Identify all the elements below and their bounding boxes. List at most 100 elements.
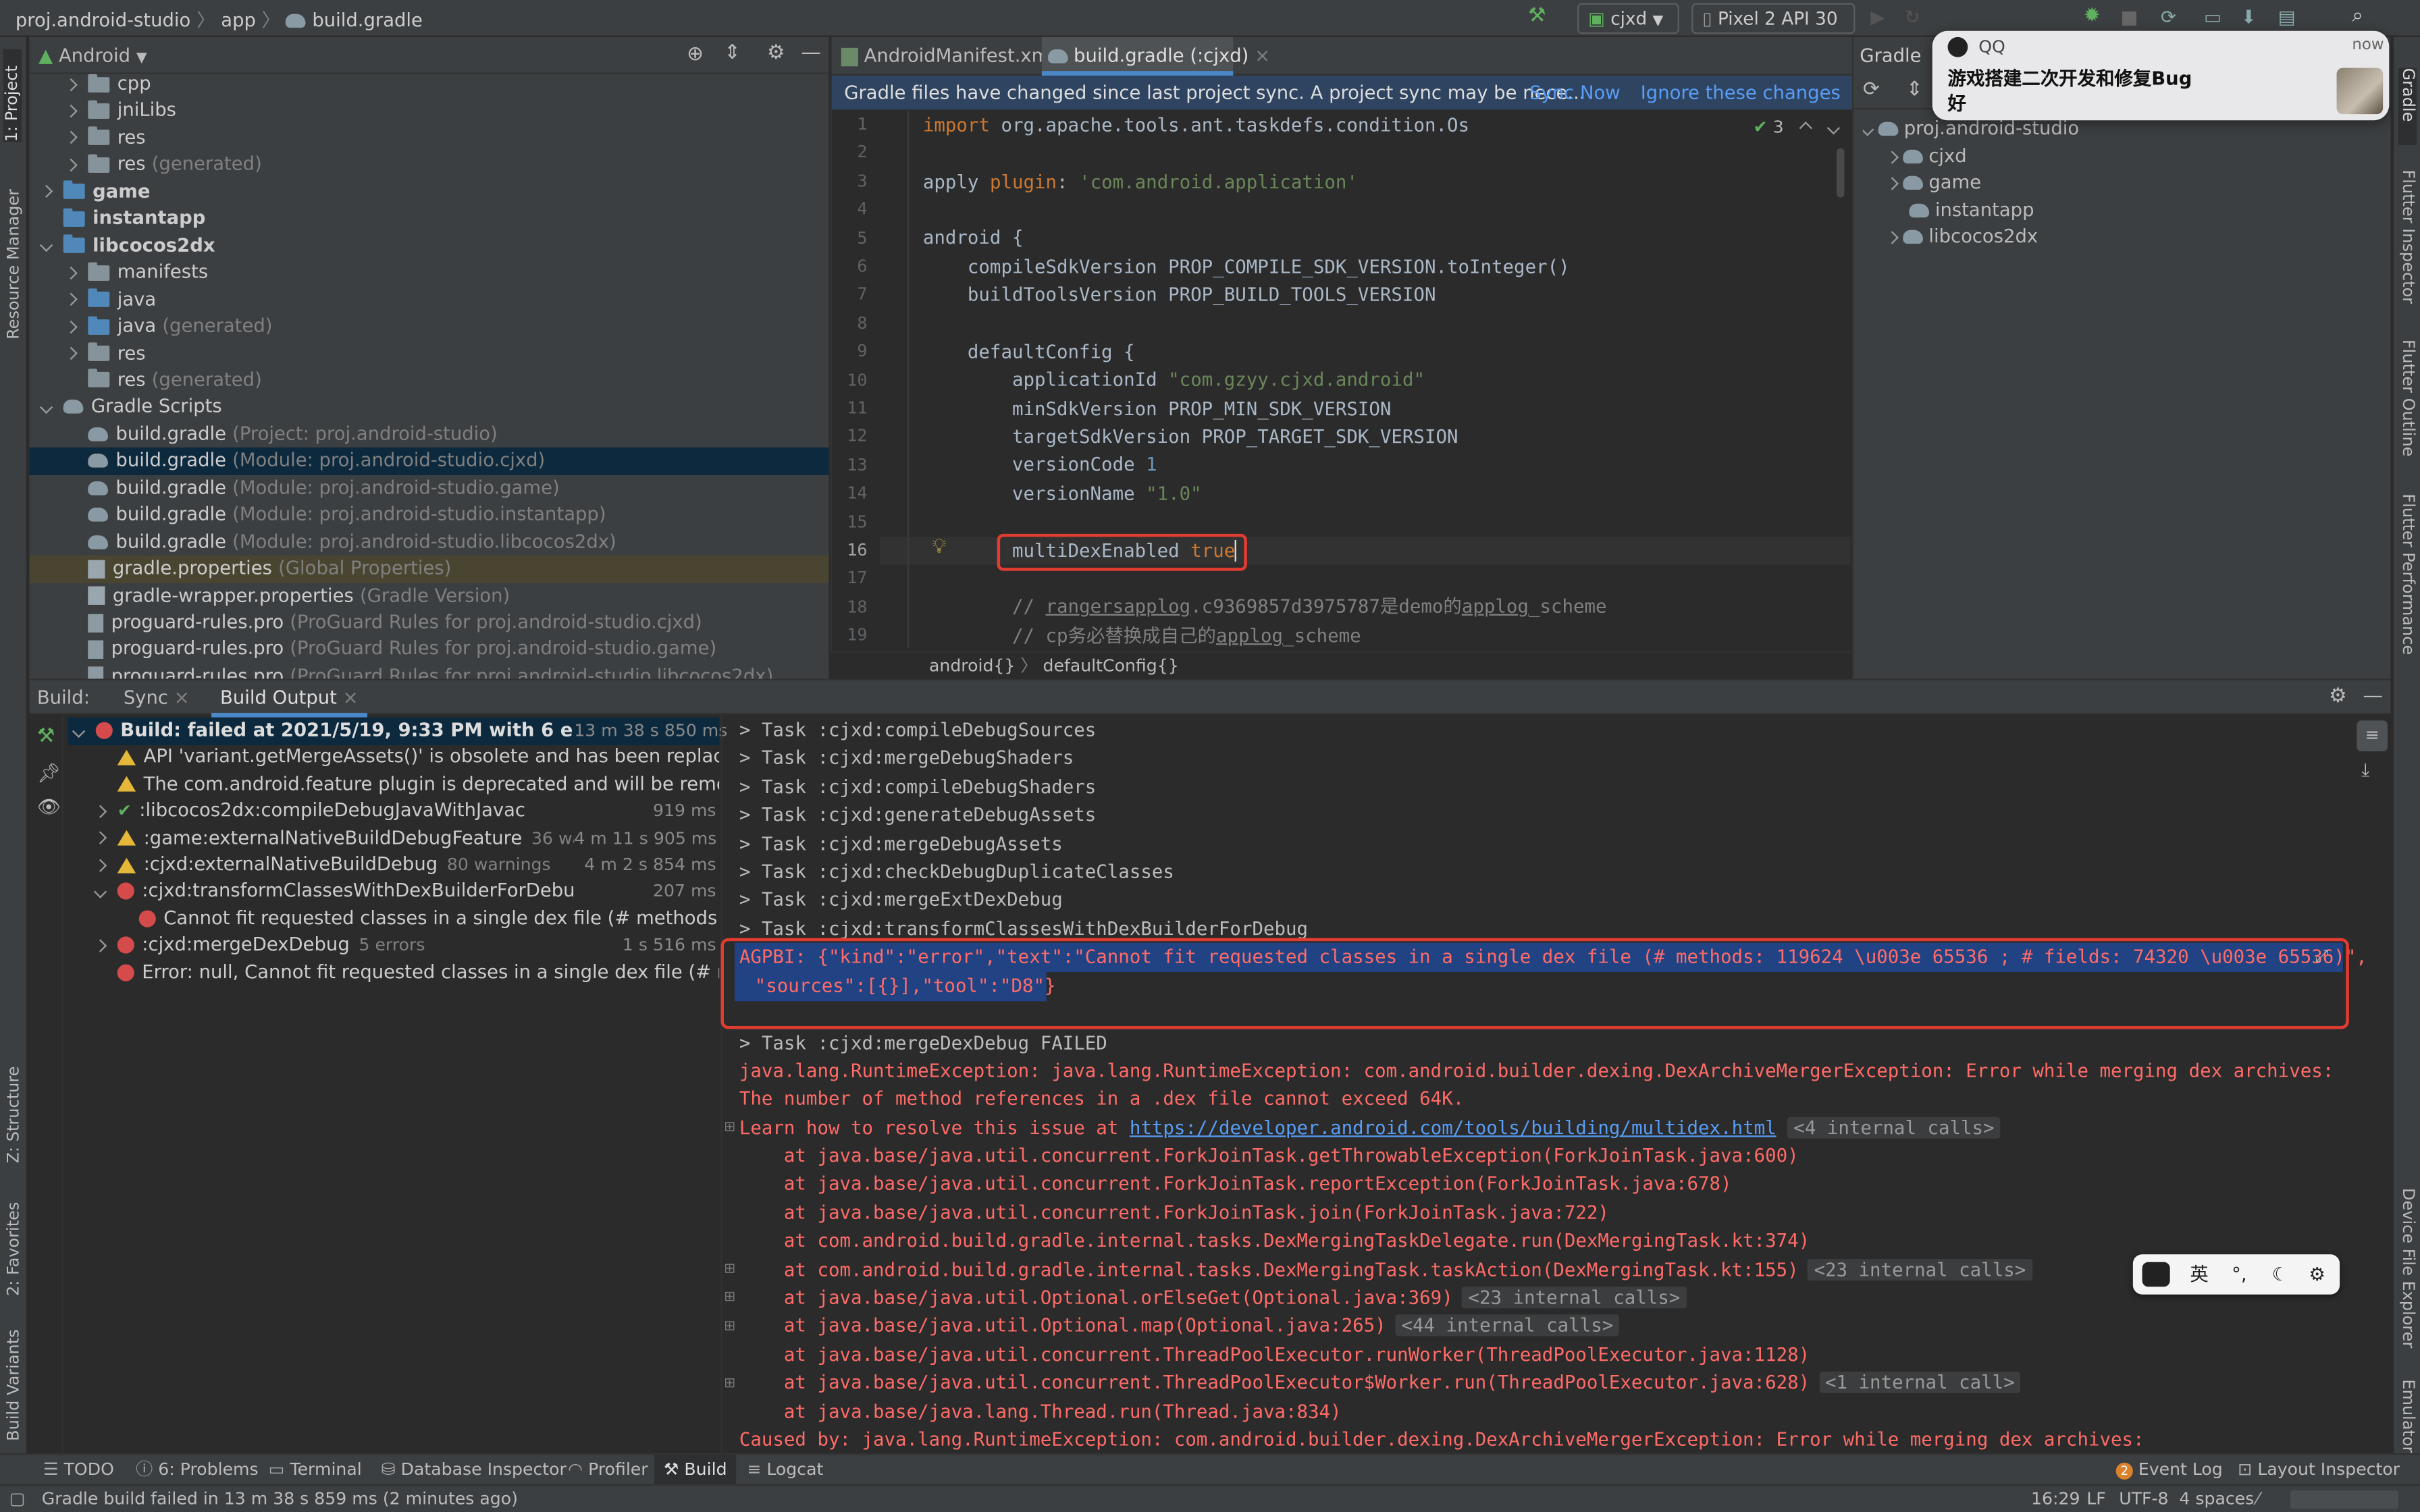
layout-inspector-tab[interactable]: ⊡ Layout Inspector [2238,1455,2400,1486]
build-tree-item[interactable]: Error: null, Cannot fit requested classe… [68,959,719,986]
gear-icon[interactable]: ⚙ [2329,680,2347,714]
gradle-tool-tab[interactable]: Gradle [2398,68,2417,145]
intention-bulb-icon[interactable]: 💡︎ [932,535,947,558]
indent-setting[interactable]: 4 spaces [2179,1486,2254,1512]
chevron-right-icon[interactable] [93,858,107,871]
chevron-right-icon[interactable] [64,319,78,333]
todo-tab[interactable]: ☰ TODO [43,1455,114,1486]
project-tree-item[interactable]: instantapp [29,206,828,233]
close-tab-icon[interactable]: × [174,686,190,708]
tab-android-manifest[interactable]: AndroidManifest.xml × [841,45,1076,66]
project-view-select[interactable]: ▲ Android ▼ [38,45,147,66]
profiler-tab[interactable]: ◠ Profiler [568,1455,648,1486]
soft-wraps-icon[interactable]: ≡ [2357,720,2388,752]
ime-language[interactable]: 英 [2190,1254,2208,1294]
debug-icon[interactable]: ✹ [2084,5,2101,28]
tab-build-gradle-cjxd[interactable]: build.gradle (:cjxd) × [1041,36,1270,76]
chevron-down-icon[interactable] [72,724,86,737]
ime-moon-icon[interactable]: ☾ [2272,1254,2289,1294]
stack-frame[interactable]: at java.base/java.util.concurrent.ForkJo… [739,1141,1799,1170]
project-tree-item[interactable]: build.gradle (Module: proj.android-studio… [29,529,828,556]
device-select[interactable]: ▯ Pixel 2 API 30 ▼ [1691,3,1856,57]
build-tree-item[interactable]: Cannot fit requested classes in a single… [68,905,719,932]
ime-toolbar[interactable]: 英 °, ☾ ⚙ [2132,1254,2340,1295]
eye-icon[interactable]: 👁︎ [37,796,61,817]
collapse-icon[interactable]: ⇕ [724,42,741,65]
chevron-right-icon[interactable] [64,346,78,360]
project-tree-item[interactable]: res [29,125,828,152]
project-tree-item[interactable]: build.gradle (Module: proj.android-studio… [29,448,829,475]
project-tree-item[interactable]: java [29,286,828,313]
tab-sync[interactable]: Sync [124,686,168,708]
stop-icon[interactable]: ■ [2121,6,2138,28]
chevron-right-icon[interactable] [93,831,107,845]
hide-icon[interactable]: — [2363,680,2383,714]
event-log-tab[interactable]: 2 Event Log [2115,1455,2223,1486]
project-tree-item[interactable]: proguard-rules.pro (ProGuard Rules for pr… [29,637,828,664]
chevron-right-icon[interactable] [64,104,78,118]
sync-icon[interactable]: ⟳ [2161,6,2176,28]
file-encoding[interactable]: UTF-8 [2119,1486,2168,1512]
chevron-right-icon[interactable] [93,805,107,818]
chevron-down-icon[interactable] [93,885,107,898]
chevron-right-icon[interactable] [64,158,78,171]
project-tree-item[interactable]: res (generated) [29,367,828,394]
stack-frame[interactable]: at java.base/java.lang.Thread.run(Thread… [739,1397,1342,1426]
gradle-expand-icon[interactable]: ⇕ [1906,79,1923,102]
expand-fold-icon[interactable]: ⊞ [724,1290,735,1305]
ime-punctuation[interactable]: °, [2232,1254,2246,1294]
build-variants-tab[interactable]: Build Variants [5,1318,23,1441]
project-tree-item[interactable]: build.gradle (Project: proj.android-studi… [29,421,828,448]
exception-line-2[interactable]: The number of method references in a .de… [739,1085,1464,1113]
run-config-select[interactable]: ▣ cjxd ▼ [1577,3,1679,34]
memory-indicator[interactable] [2290,1490,2398,1509]
build-tree-item[interactable]: The com.android.feature plugin is deprec… [68,771,719,798]
structure-tab[interactable]: Z: Structure [5,1055,23,1164]
favorites-tab[interactable]: 2: Favorites [5,1188,23,1296]
chevron-right-icon[interactable] [64,266,78,279]
caret-position[interactable]: 16:29 [2031,1486,2080,1512]
internal-calls-fold[interactable]: <23 internal calls> [1462,1287,1687,1309]
breadcrumb-project[interactable]: proj.android-studio [16,9,190,31]
stack-frame[interactable]: at java.base/java.util.concurrent.Thread… [739,1369,2021,1397]
build-tree-item[interactable]: API 'variant.getMergeAssets()' is obsole… [68,745,719,772]
ime-gear-icon[interactable]: ⚙ [2309,1254,2325,1294]
gradle-item-instantapp[interactable]: instantapp [1909,198,2390,225]
expand-fold-icon[interactable]: ⊞ [724,1319,735,1334]
chevron-right-icon[interactable] [64,292,78,306]
project-tree-item[interactable]: Gradle Scripts [29,394,828,421]
gradle-item-libcocos2dx[interactable]: libcocos2dx [1887,223,2390,250]
stack-frame[interactable]: at java.base/java.util.concurrent.ForkJo… [739,1199,1609,1227]
gradle-item-game[interactable]: game [1887,169,2390,196]
problems-tab[interactable]: ⓘ 6: Problems [136,1455,258,1486]
internal-calls-fold[interactable]: <23 internal calls> [1808,1258,2032,1280]
close-tab-icon[interactable]: × [1255,45,1270,66]
inspection-widget[interactable]: ✔ 3 [1754,117,1840,137]
editor-scrollbar[interactable] [1836,148,1845,198]
project-tree-item[interactable]: java (generated) [29,313,828,340]
expand-fold-icon[interactable]: ⊞ [724,1376,735,1392]
resource-manager-tab[interactable]: Resource Manager [5,169,23,340]
chevron-down-icon[interactable] [39,239,53,252]
project-tree-item[interactable]: build.gradle (Module: proj.android-studio… [29,502,828,529]
stack-frame[interactable]: at com.android.build.gradle.internal.tas… [739,1256,2032,1284]
hammer-icon[interactable]: ⚒ [1528,5,1550,28]
project-tree-item[interactable]: res (generated) [29,152,828,179]
stack-frame[interactable]: at java.base/java.util.Optional.map(Opti… [739,1312,1620,1341]
internal-calls-fold[interactable]: <1 internal call> [1818,1372,2021,1394]
ignore-changes-link[interactable]: Ignore these changes [1641,76,1841,109]
logcat-tab[interactable]: ≡ Logcat [747,1455,823,1486]
chevron-right-icon[interactable] [64,77,78,91]
avd-icon[interactable]: ▭ [2204,6,2221,28]
project-tree-item[interactable]: cpp [29,71,828,98]
crumb-android[interactable]: android{} [929,655,1015,676]
hide-icon[interactable]: — [801,42,821,65]
project-tree-item[interactable]: manifests [29,259,828,286]
apply-changes-icon[interactable]: ↻ [1905,6,1920,28]
chevron-down-icon[interactable] [39,400,53,414]
project-tree-item[interactable]: game [29,179,828,206]
expand-fold-icon[interactable]: ⊞ [724,1262,735,1278]
internal-calls-fold[interactable]: <44 internal calls> [1395,1315,1620,1337]
pin-icon[interactable]: 📌︎ [37,762,61,784]
flutter-inspector-tab[interactable]: Flutter Inspector [2398,169,2417,339]
